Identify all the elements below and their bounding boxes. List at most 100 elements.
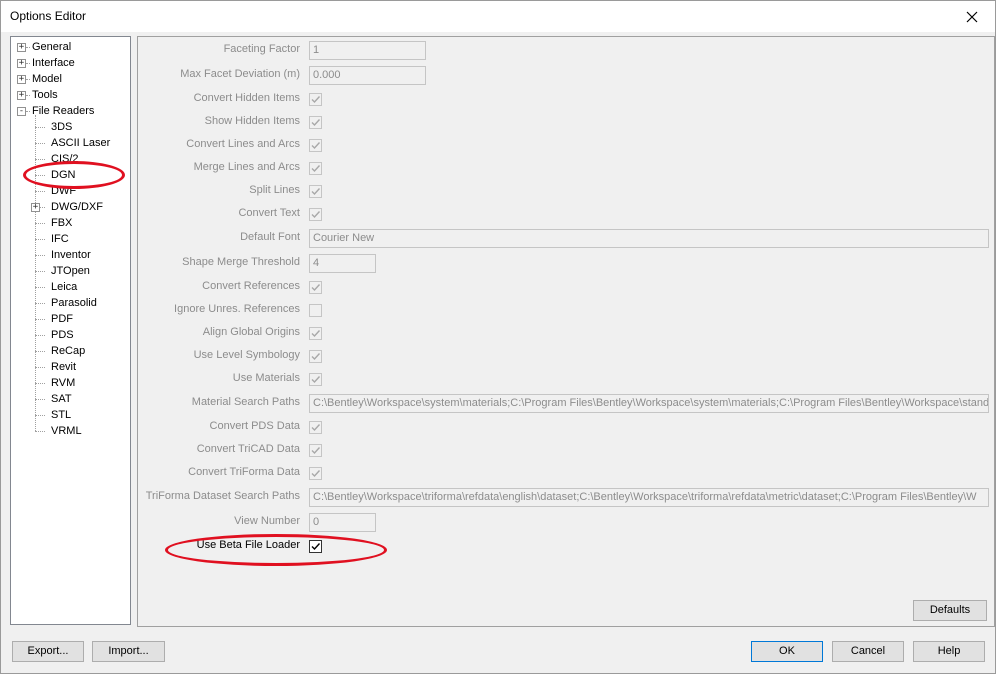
setting-field-default-font[interactable]: Courier New (309, 229, 989, 248)
import-button[interactable]: Import... (92, 641, 165, 662)
help-button[interactable]: Help (913, 641, 985, 662)
tree-item-rvm[interactable]: RVM (11, 375, 128, 391)
tree-item-vrml[interactable]: VRML (11, 423, 128, 439)
tree-item-label: Parasolid (51, 297, 97, 309)
tree-item-stl[interactable]: STL (11, 407, 128, 423)
setting-field-faceting-factor[interactable]: 1 (309, 41, 426, 60)
tree-item-label: JTOpen (51, 265, 90, 277)
tree-item-recap[interactable]: ReCap (11, 343, 128, 359)
tree-item-model[interactable]: + Model (11, 71, 128, 87)
tree-item-label: ASCII Laser (51, 137, 111, 149)
tree-item-label: STL (51, 409, 72, 421)
setting-checkbox-show-hidden-items[interactable] (309, 116, 322, 129)
expand-icon[interactable]: + (31, 203, 40, 212)
expand-icon[interactable]: + (17, 91, 26, 100)
tree-item-fbx[interactable]: FBX (11, 215, 128, 231)
setting-label-triforma-dataset-search-paths: TriForma Dataset Search Paths (145, 490, 300, 502)
setting-field-view-number[interactable]: 0 (309, 513, 376, 532)
tree-connector (35, 223, 45, 224)
tree-item-label: Model (32, 73, 62, 85)
tree-item-jtopen[interactable]: JTOpen (11, 263, 128, 279)
tree-item-dwg-dxf[interactable]: + DWG/DXF (11, 199, 128, 215)
tree-item-label: DWF (51, 185, 77, 197)
tree-item-leica[interactable]: Leica (11, 279, 128, 295)
collapse-icon[interactable]: - (17, 107, 26, 116)
setting-checkbox-use-level-symbology[interactable] (309, 350, 322, 363)
tree-item-pdf[interactable]: PDF (11, 311, 128, 327)
tree-item-dwf[interactable]: DWF (11, 183, 128, 199)
ok-button[interactable]: OK (751, 641, 823, 662)
defaults-button[interactable]: Defaults (913, 600, 987, 621)
tree-item-sat[interactable]: SAT (11, 391, 128, 407)
tree-item-ifc[interactable]: IFC (11, 231, 128, 247)
close-icon (966, 11, 978, 22)
tree-item-tools[interactable]: + Tools (11, 87, 128, 103)
setting-checkbox-convert-lines-and-arcs[interactable] (309, 139, 322, 152)
setting-label-use-level-symbology: Use Level Symbology (193, 349, 300, 361)
tree-item-3ds[interactable]: 3DS (11, 119, 128, 135)
tree-item-interface[interactable]: + Interface (11, 55, 128, 71)
checkmark-icon (311, 188, 321, 196)
tree-connector (35, 335, 45, 336)
setting-field-triforma-dataset-search-paths[interactable]: C:\Bentley\Workspace\triforma\refdata\en… (309, 488, 989, 507)
tree-item-label: DGN (49, 167, 78, 183)
close-button[interactable] (949, 1, 995, 32)
setting-checkbox-convert-text[interactable] (309, 208, 322, 221)
options-editor-window: Options Editor + General + Interface + Model +… (0, 0, 996, 674)
tree-item-label: Tools (32, 89, 58, 101)
tree-connector (35, 383, 45, 384)
tree-connector (35, 415, 45, 416)
setting-label-use-beta-file-loader: Use Beta File Loader (196, 539, 300, 551)
tree-item-dgn[interactable]: DGN (11, 167, 128, 183)
tree-item-label: ReCap (51, 345, 86, 357)
setting-checkbox-convert-references[interactable] (309, 281, 322, 294)
cancel-button[interactable]: Cancel (832, 641, 904, 662)
setting-checkbox-use-beta-file-loader[interactable] (309, 540, 322, 553)
expand-icon[interactable]: + (17, 59, 26, 68)
setting-label-merge-lines-and-arcs: Merge Lines and Arcs (193, 161, 300, 173)
tree-item-file-readers[interactable]: - File Readers (11, 103, 128, 119)
setting-checkbox-convert-hidden-items[interactable] (309, 93, 322, 106)
tree-connector (35, 287, 45, 288)
tree-connector (35, 319, 45, 320)
setting-label-split-lines: Split Lines (249, 184, 300, 196)
tree-connector (35, 127, 45, 128)
expand-icon[interactable]: + (17, 75, 26, 84)
setting-checkbox-ignore-unres-references[interactable] (309, 304, 322, 317)
expand-icon[interactable]: + (17, 43, 26, 52)
checkmark-icon (311, 376, 321, 384)
setting-checkbox-convert-triforma-data[interactable] (309, 467, 322, 480)
settings-label-column: Faceting Factor Max Facet Deviation (m) Co… (138, 37, 300, 626)
setting-checkbox-merge-lines-and-arcs[interactable] (309, 162, 322, 175)
tree-item-ascii-laser[interactable]: ASCII Laser (11, 135, 128, 151)
setting-field-material-search-paths[interactable]: C:\Bentley\Workspace\system\materials;C:… (309, 394, 989, 413)
checkmark-icon (311, 96, 321, 104)
checkmark-icon (311, 165, 321, 173)
setting-checkbox-align-global-origins[interactable] (309, 327, 322, 340)
export-button[interactable]: Export... (12, 641, 84, 662)
setting-checkbox-split-lines[interactable] (309, 185, 322, 198)
setting-label-shape-merge-threshold: Shape Merge Threshold (182, 256, 300, 268)
tree-connector (35, 431, 45, 432)
window-title: Options Editor (10, 9, 87, 23)
setting-checkbox-convert-pds-data[interactable] (309, 421, 322, 434)
setting-label-convert-references: Convert References (202, 280, 300, 292)
tree-connector (35, 255, 45, 256)
setting-checkbox-use-materials[interactable] (309, 373, 322, 386)
tree-item-parasolid[interactable]: Parasolid (11, 295, 128, 311)
tree-item-inventor[interactable]: Inventor (11, 247, 128, 263)
setting-label-convert-triforma-data: Convert TriForma Data (188, 466, 300, 478)
options-tree[interactable]: + General + Interface + Model + Tools - File Read… (10, 36, 131, 625)
setting-field-shape-merge-threshold[interactable]: 4 (309, 254, 376, 273)
setting-checkbox-convert-tricad-data[interactable] (309, 444, 322, 457)
tree-item-revit[interactable]: Revit (11, 359, 128, 375)
tree-item-pds[interactable]: PDS (11, 327, 128, 343)
checkmark-icon (311, 424, 321, 432)
tree-item-cis-2[interactable]: CIS/2 (11, 151, 128, 167)
setting-label-max-facet-deviation-m: Max Facet Deviation (m) (180, 68, 300, 80)
tree-item-general[interactable]: + General (11, 39, 128, 55)
setting-label-convert-pds-data: Convert PDS Data (209, 420, 300, 432)
setting-label-view-number: View Number (234, 515, 300, 527)
setting-label-align-global-origins: Align Global Origins (202, 326, 300, 338)
setting-field-max-facet-deviation-m[interactable]: 0.000 (309, 66, 426, 85)
